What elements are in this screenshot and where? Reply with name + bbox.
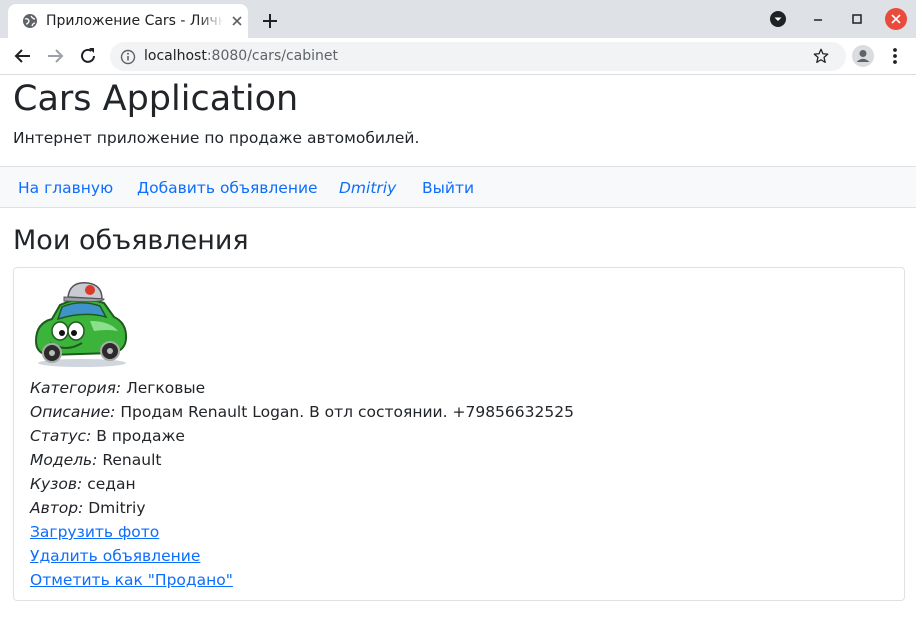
- minimize-icon[interactable]: [806, 7, 830, 31]
- profile-icon[interactable]: [851, 44, 875, 68]
- maximize-icon[interactable]: [845, 7, 869, 31]
- arrow-left-icon[interactable]: [11, 44, 35, 68]
- tab-title: Приложение Cars - Личный кабинет: [46, 13, 224, 29]
- arrow-right-icon[interactable]: [43, 44, 67, 68]
- tab-search-icon[interactable]: [766, 7, 790, 31]
- address-bar[interactable]: localhost:8080/cars/cabinet: [110, 42, 846, 71]
- nav-user-link[interactable]: Dmitriy: [339, 178, 396, 198]
- globe-icon: [23, 14, 37, 28]
- close-window-icon[interactable]: [884, 7, 908, 31]
- app-title: Cars Application: [13, 79, 299, 119]
- page-content: Cars Application Интернет приложение по …: [0, 76, 916, 621]
- delete-listing-link[interactable]: Удалить объявление: [30, 546, 200, 566]
- upload-photo-link[interactable]: Загрузить фото: [30, 522, 159, 542]
- listing-field-status: Статус: В продаже: [30, 427, 185, 445]
- plus-icon[interactable]: [258, 9, 282, 33]
- section-title: Мои объявления: [13, 225, 249, 256]
- listing-field-model: Модель: Renault: [30, 451, 162, 469]
- mark-sold-link[interactable]: Отметить как "Продано": [30, 570, 233, 590]
- main-navbar: На главную Добавить объявление Dmitriy В…: [0, 166, 916, 208]
- car-cartoon-image: [34, 282, 128, 367]
- kebab-menu-icon[interactable]: [885, 44, 905, 68]
- nav-logout-link[interactable]: Выйти: [422, 178, 474, 198]
- browser-tab-strip: Приложение Cars - Личный кабинет: [0, 0, 916, 38]
- listing-field-body: Кузов: седан: [30, 475, 136, 493]
- browser-toolbar: localhost:8080/cars/cabinet: [0, 38, 916, 75]
- listing-card: Категория: Легковые Описание: Продам Ren…: [13, 267, 905, 601]
- nav-home-link[interactable]: На главную: [18, 178, 113, 198]
- star-icon[interactable]: [812, 47, 830, 65]
- listing-field-author: Автор: Dmitriy: [30, 499, 146, 517]
- close-icon[interactable]: [230, 14, 244, 28]
- nav-add-listing-link[interactable]: Добавить объявление: [137, 178, 318, 198]
- url-text: localhost:8080/cars/cabinet: [144, 48, 338, 64]
- listing-field-description: Описание: Продам Renault Logan. В отл со…: [30, 403, 574, 421]
- app-lead: Интернет приложение по продаже автомобил…: [13, 129, 420, 147]
- browser-tab[interactable]: Приложение Cars - Личный кабинет: [8, 4, 248, 38]
- reload-icon[interactable]: [76, 44, 100, 68]
- info-icon[interactable]: [120, 49, 136, 65]
- listing-field-category: Категория: Легковые: [30, 379, 206, 397]
